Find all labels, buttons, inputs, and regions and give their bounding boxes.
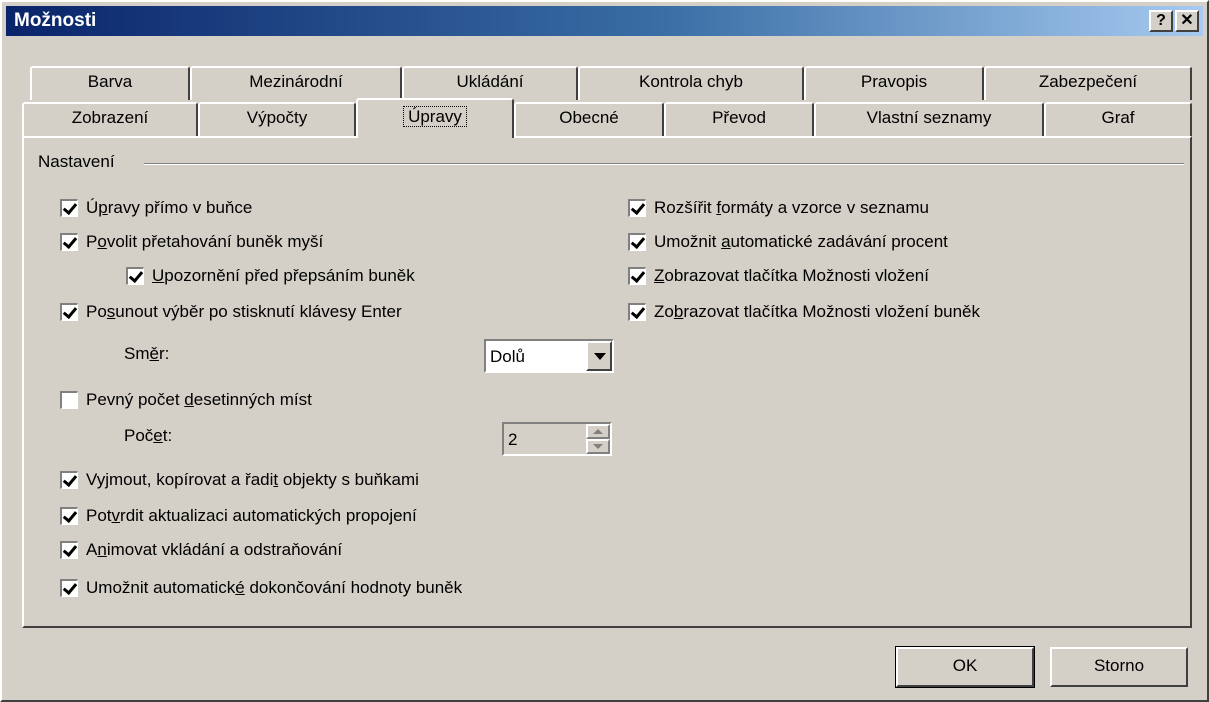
checkbox-pevny-pocet[interactable]: Pevný počet desetinných míst: [60, 390, 312, 410]
cancel-button[interactable]: Storno: [1050, 647, 1188, 687]
checkbox-box[interactable]: [60, 199, 78, 217]
count-label: Počet:: [124, 426, 173, 445]
count-value: 2: [508, 430, 518, 449]
help-button[interactable]: ?: [1149, 10, 1173, 32]
tab-prevod[interactable]: Převod: [664, 102, 814, 136]
close-icon: ✕: [1180, 12, 1194, 29]
checkbox-animovat[interactable]: Animovat vkládání a odstraňování: [60, 540, 342, 560]
tab-pravopis[interactable]: Pravopis: [804, 66, 984, 100]
ok-button[interactable]: OK: [895, 646, 1035, 688]
checkbox-box[interactable]: [60, 541, 78, 559]
checkbox-potvrdit-aktualizaci[interactable]: Potvrdit aktualizaci automatických propo…: [60, 506, 417, 526]
tab-vypocty[interactable]: Výpočty: [198, 102, 356, 136]
checkbox-posunout-vyber[interactable]: Posunout výběr po stisknutí klávesy Ente…: [60, 302, 402, 322]
checkbox-box[interactable]: [60, 507, 78, 525]
checkbox-vyjmout-kopirovat[interactable]: Vyjmout, kopírovat a řadit objekty s buň…: [60, 470, 419, 490]
tab-ukladani[interactable]: Ukládání: [402, 66, 578, 100]
direction-value: Dolů: [490, 347, 525, 366]
checkbox-rozsirit-formaty[interactable]: Rozšířit formáty a vzorce v seznamu: [628, 198, 929, 218]
checkbox-box[interactable]: [60, 579, 78, 597]
tab-obecne[interactable]: Obecné: [514, 102, 664, 136]
spin-up-icon[interactable]: [586, 424, 610, 439]
tab-zabezpeceni[interactable]: Zabezpečení: [984, 66, 1192, 100]
title-bar[interactable]: Možnosti ? ✕: [6, 6, 1203, 36]
chevron-down-icon[interactable]: [586, 341, 612, 371]
tab-kontrola-chyb[interactable]: Kontrola chyb: [578, 66, 804, 100]
options-dialog: Možnosti ? ✕ Barva Mezinárodní Ukládání …: [0, 0, 1209, 702]
window-title: Možnosti: [14, 10, 97, 31]
checkbox-box[interactable]: [60, 303, 78, 321]
checkbox-tlacitka-vlozeni-bunek[interactable]: Zobrazovat tlačítka Možnosti vložení bun…: [628, 302, 980, 322]
checkbox-box[interactable]: [126, 267, 144, 285]
tab-vlastni-seznamy[interactable]: Vlastní seznamy: [814, 102, 1044, 136]
tab-zobrazeni[interactable]: Zobrazení: [22, 102, 198, 136]
checkbox-box[interactable]: [60, 391, 78, 409]
checkbox-automaticke-dokoncovani[interactable]: Umožnit automatické dokončování hodnoty …: [60, 578, 462, 598]
checkbox-box[interactable]: [628, 233, 646, 251]
checkbox-zadavani-procent[interactable]: Umožnit automatické zadávání procent: [628, 232, 948, 252]
checkbox-box[interactable]: [60, 471, 78, 489]
count-spinner[interactable]: 2: [502, 422, 612, 456]
direction-label: Směr:: [124, 344, 170, 363]
checkbox-tlacitka-vlozeni[interactable]: Zobrazovat tlačítka Možnosti vložení: [628, 266, 929, 286]
checkbox-upozorneni-pred-prepsanim[interactable]: Upozornění před přepsáním buněk: [126, 266, 415, 286]
checkbox-povolit-pretahovani[interactable]: Povolit přetahování buněk myší: [60, 232, 323, 252]
group-divider: [144, 163, 1184, 165]
checkbox-upravy-primo[interactable]: Úpravy přímo v buňce: [60, 198, 252, 218]
spin-down-icon[interactable]: [586, 439, 610, 454]
tab-mezinarodni[interactable]: Mezinárodní: [190, 66, 402, 100]
checkbox-box[interactable]: [628, 267, 646, 285]
tab-upravy[interactable]: Úpravy: [356, 98, 514, 138]
group-label: Nastavení: [38, 152, 121, 172]
checkbox-box[interactable]: [60, 233, 78, 251]
tab-graf[interactable]: Graf: [1044, 102, 1192, 136]
direction-select[interactable]: Dolů: [484, 339, 614, 373]
checkbox-box[interactable]: [628, 303, 646, 321]
close-button[interactable]: ✕: [1175, 10, 1199, 32]
checkbox-box[interactable]: [628, 199, 646, 217]
tab-panel-upravy: Nastavení Úpravy přímo v buňce Povolit p…: [22, 136, 1192, 628]
tab-barva[interactable]: Barva: [30, 66, 190, 100]
